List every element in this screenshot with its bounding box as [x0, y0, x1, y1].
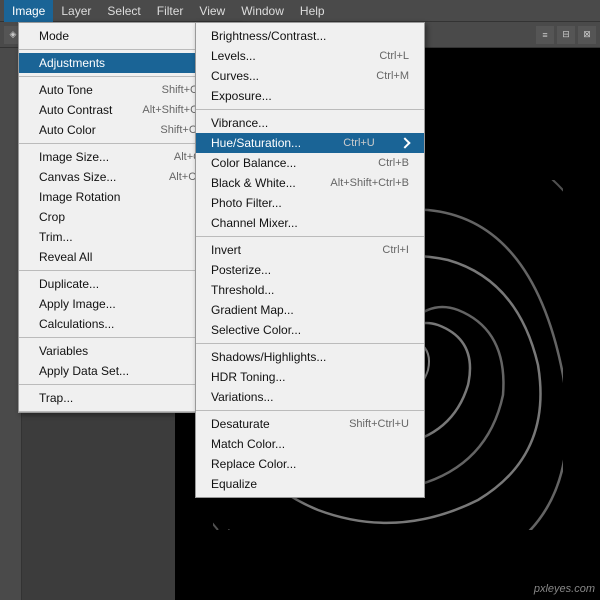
submenu-photo-filter[interactable]: Photo Filter...	[196, 193, 424, 213]
divider-1	[196, 109, 424, 110]
submenu-shadows-highlights[interactable]: Shadows/Highlights...	[196, 347, 424, 367]
option-icon-1: ≡	[536, 26, 554, 44]
submenu-black-white[interactable]: Black & White... Alt+Shift+Ctrl+B	[196, 173, 424, 193]
divider-4	[196, 410, 424, 411]
divider-3	[196, 343, 424, 344]
submenu-selective-color[interactable]: Selective Color...	[196, 320, 424, 340]
submenu-brightness[interactable]: Brightness/Contrast...	[196, 26, 424, 46]
cursor-pointer-icon	[399, 137, 410, 148]
menu-bar: Image Layer Select Filter View Window He…	[0, 0, 600, 22]
submenu-gradient-map[interactable]: Gradient Map...	[196, 300, 424, 320]
divider-2	[196, 236, 424, 237]
submenu-replace-color[interactable]: Replace Color...	[196, 454, 424, 474]
submenu-hdr-toning[interactable]: HDR Toning...	[196, 367, 424, 387]
submenu-desaturate[interactable]: Desaturate Shift+Ctrl+U	[196, 414, 424, 434]
submenu-threshold[interactable]: Threshold...	[196, 280, 424, 300]
right-options: ≡ ⊟ ⊠	[536, 26, 596, 44]
menu-filter[interactable]: Filter	[149, 0, 192, 22]
adjustments-submenu: Brightness/Contrast... Levels... Ctrl+L …	[195, 22, 425, 498]
submenu-posterize[interactable]: Posterize...	[196, 260, 424, 280]
watermark: pxleyes.com	[534, 583, 595, 595]
menu-window[interactable]: Window	[233, 0, 292, 22]
submenu-hue-saturation[interactable]: Hue/Saturation... Ctrl+U	[196, 133, 424, 153]
submenu-curves[interactable]: Curves... Ctrl+M	[196, 66, 424, 86]
option-icon-2: ⊟	[557, 26, 575, 44]
submenu-match-color[interactable]: Match Color...	[196, 434, 424, 454]
submenu-variations[interactable]: Variations...	[196, 387, 424, 407]
submenu-invert[interactable]: Invert Ctrl+I	[196, 240, 424, 260]
menu-select[interactable]: Select	[99, 0, 148, 22]
submenu-color-balance[interactable]: Color Balance... Ctrl+B	[196, 153, 424, 173]
submenu-exposure[interactable]: Exposure...	[196, 86, 424, 106]
submenu-channel-mixer[interactable]: Channel Mixer...	[196, 213, 424, 233]
submenu-levels[interactable]: Levels... Ctrl+L	[196, 46, 424, 66]
menu-layer[interactable]: Layer	[53, 0, 99, 22]
submenu-vibrance[interactable]: Vibrance...	[196, 113, 424, 133]
submenu-equalize[interactable]: Equalize	[196, 474, 424, 494]
menu-view[interactable]: View	[191, 0, 233, 22]
option-icon-3: ⊠	[578, 26, 596, 44]
menu-help[interactable]: Help	[292, 0, 333, 22]
menu-image[interactable]: Image	[4, 0, 53, 22]
